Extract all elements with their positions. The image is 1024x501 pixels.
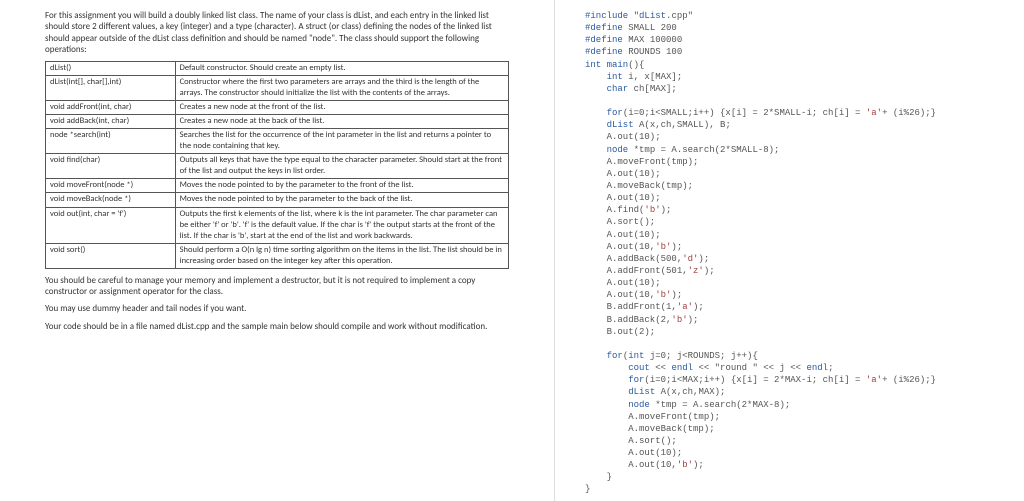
op-signature: void sort(): [46, 243, 176, 268]
op-signature: dList(): [46, 62, 176, 76]
dummy-paragraph: You may use dummy header and tail nodes …: [45, 303, 509, 314]
op-description: Outputs the first k elements of the list…: [175, 207, 508, 243]
table-row: void out(int, char = 'f')Outputs the fir…: [46, 207, 509, 243]
page-left: For this assignment you will build a dou…: [0, 0, 555, 501]
table-row: dList(int[], char[],int)Constructor wher…: [46, 76, 509, 101]
op-description: Searches the list for the occurrence of …: [175, 129, 508, 154]
op-signature: void addBack(int, char): [46, 115, 176, 129]
op-description: Constructor where the first two paramete…: [175, 76, 508, 101]
table-row: void addFront(int, char)Creates a new no…: [46, 101, 509, 115]
op-description: Moves the node pointed to by the paramet…: [175, 193, 508, 207]
op-signature: void addFront(int, char): [46, 101, 176, 115]
table-row: void addBack(int, char)Creates a new nod…: [46, 115, 509, 129]
page-right: #include "dList.cpp" #define SMALL 200 #…: [555, 0, 1024, 501]
table-row: node *search(int)Searches the list for t…: [46, 129, 509, 154]
sample-code: #include "dList.cpp" #define SMALL 200 #…: [585, 10, 979, 496]
table-row: dList()Default constructor. Should creat…: [46, 62, 509, 76]
table-row: void moveBack(node *)Moves the node poin…: [46, 193, 509, 207]
op-description: Should perform a O(n lg n) time sorting …: [175, 243, 508, 268]
op-description: Default constructor. Should create an em…: [175, 62, 508, 76]
op-signature: node *search(int): [46, 129, 176, 154]
op-signature: void moveBack(node *): [46, 193, 176, 207]
op-signature: void find(char): [46, 154, 176, 179]
op-description: Creates a new node at the front of the l…: [175, 101, 508, 115]
intro-paragraph: For this assignment you will build a dou…: [45, 10, 509, 55]
op-signature: void out(int, char = 'f'): [46, 207, 176, 243]
codefile-paragraph: Your code should be in a file named dLis…: [45, 321, 509, 332]
table-row: void find(char)Outputs all keys that hav…: [46, 154, 509, 179]
table-row: void moveFront(node *)Moves the node poi…: [46, 179, 509, 193]
careful-paragraph: You should be careful to manage your mem…: [45, 275, 509, 298]
op-signature: dList(int[], char[],int): [46, 76, 176, 101]
op-description: Moves the node pointed to by the paramet…: [175, 179, 508, 193]
operations-table: dList()Default constructor. Should creat…: [45, 61, 509, 269]
table-row: void sort()Should perform a O(n lg n) ti…: [46, 243, 509, 268]
op-description: Creates a new node at the back of the li…: [175, 115, 508, 129]
op-description: Outputs all keys that have the type equa…: [175, 154, 508, 179]
op-signature: void moveFront(node *): [46, 179, 176, 193]
